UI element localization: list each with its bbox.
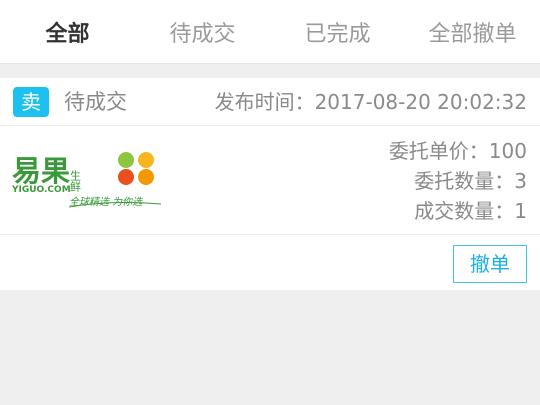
sell-badge: 卖	[13, 87, 49, 117]
order-status: 待成交	[64, 90, 127, 114]
filled-quantity: 成交数量：1	[414, 199, 527, 223]
order-card: 卖 待成交 发布时间：2017-08-20 20:02:32 易果 生鲜 YIG…	[0, 78, 540, 290]
order-quantity: 委托数量：3	[414, 169, 527, 193]
order-card-header: 卖 待成交 发布时间：2017-08-20 20:02:32	[0, 78, 540, 126]
unit-price: 委托单价：100	[388, 139, 527, 163]
order-card-footer: 撤单	[0, 235, 540, 290]
logo-dot-1	[118, 152, 134, 168]
publish-time: 发布时间：2017-08-20 20:02:32	[214, 90, 527, 114]
yiguo-logo: 易果 生鲜 YIGUO.COM 全球精选 为你选	[11, 152, 162, 208]
logo-slogan: 全球精选 为你选	[69, 196, 143, 208]
logo-domain: YIGUO.COM	[11, 185, 71, 195]
logo-brand-text: 易果	[12, 154, 70, 188]
cancel-order-button[interactable]: 撤单	[453, 245, 527, 283]
tab-pending[interactable]: 待成交	[135, 0, 270, 63]
order-tabs: 全部 待成交 已完成 全部撤单	[0, 0, 540, 64]
logo-dot-4	[138, 169, 154, 185]
tab-all-cancelled[interactable]: 全部撤单	[405, 0, 540, 63]
tab-all[interactable]: 全部	[0, 0, 135, 63]
logo-dot-3	[118, 169, 134, 185]
order-card-body: 易果 生鲜 YIGUO.COM 全球精选 为你选 委托单价：100 委托数量：3…	[0, 126, 540, 235]
order-details: 委托单价：100 委托数量：3 成交数量：1	[389, 136, 527, 226]
tab-completed[interactable]: 已完成	[270, 0, 405, 63]
logo-dot-2	[138, 152, 154, 168]
